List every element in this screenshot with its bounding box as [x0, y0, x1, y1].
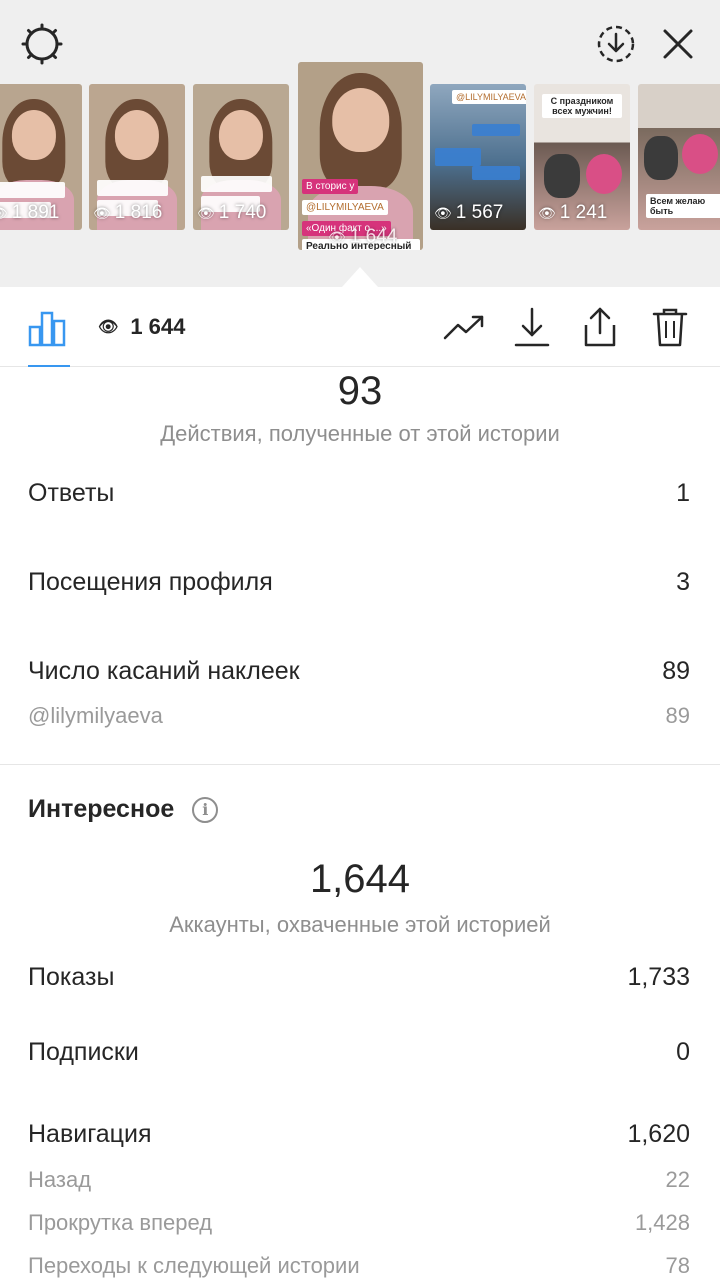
metric-subrow-back: Назад 22	[28, 1167, 690, 1193]
discovery-section-header: Интересное i	[28, 795, 219, 824]
thumbnail-views: 👁 1 740	[197, 202, 266, 224]
metric-value: 78	[665, 1253, 690, 1278]
sticker-text: Всем желаю быть	[646, 194, 720, 218]
story-thumbnail[interactable]: 👁 1 740	[193, 84, 289, 230]
metric-label: Подписки	[28, 1038, 139, 1066]
eye-icon: 👁	[0, 205, 8, 222]
views-count-label: 1 644	[130, 314, 186, 339]
mention-sticker: @LILYMILYAEVA	[452, 90, 526, 104]
metric-label: Назад	[28, 1167, 92, 1192]
metric-subrow-mention-sticker: @lilymilyaeva 89	[28, 703, 690, 729]
thumbnail-views: 👁 1 816	[93, 202, 162, 224]
settings-icon[interactable]	[18, 20, 66, 68]
metric-value: 22	[665, 1167, 690, 1192]
eye-icon: 👁	[538, 204, 556, 221]
metric-label: Число касаний наклеек	[28, 657, 300, 685]
metric-subrow-forward: Прокрутка вперед 1,428	[28, 1210, 690, 1236]
metric-label: Прокрутка вперед	[28, 1210, 213, 1235]
thumbnail-views-count: 1 816	[114, 202, 163, 223]
sticker-text: В сторис у	[302, 179, 359, 194]
metric-row-replies: Ответы 1	[28, 479, 690, 508]
metric-value: 89	[662, 657, 690, 685]
sticker-text: С праздником всех мужчин!	[542, 94, 622, 118]
section-title: Интересное	[28, 795, 175, 823]
eye-icon: 👁	[98, 319, 119, 336]
thumbnail-views-count: 1 740	[218, 202, 267, 223]
metric-value: 89	[665, 703, 690, 728]
selected-story-thumbnail[interactable]: В сторис у @LILYMILYAEVA «Один факт о ..…	[298, 62, 423, 250]
thumbnail-views: 👁1 891	[0, 202, 59, 224]
thumbnail-views: 👁 1 567	[434, 202, 503, 224]
metric-value: 1,733	[627, 963, 690, 991]
metric-label: Показы	[28, 963, 115, 991]
metric-label: Переходы к следующей истории	[28, 1253, 360, 1278]
interactions-caption: Действия, полученные от этой истории	[160, 421, 560, 446]
metric-row-sticker-taps: Число касаний наклеек 89	[28, 657, 690, 686]
save-download-icon[interactable]	[508, 303, 556, 351]
selected-pointer	[342, 267, 378, 287]
story-carousel-area: 👁1 891 👁1 816 👁1 740 В сторис у @LILYMIL…	[0, 0, 720, 287]
share-icon[interactable]	[576, 303, 624, 351]
thumbnail-views-count: 1 567	[455, 202, 504, 223]
metric-label: Посещения профиля	[28, 568, 273, 596]
delete-trash-icon[interactable]	[646, 303, 694, 351]
section-divider	[0, 764, 720, 765]
insights-content: 93 Действия, полученные от этой истории …	[0, 367, 720, 1280]
eye-icon: 👁	[434, 204, 452, 221]
reach-caption: Аккаунты, охваченные этой историей	[169, 912, 551, 937]
insights-bar-chart-icon[interactable]	[24, 303, 72, 351]
metric-row-impressions: Показы 1,733	[28, 963, 690, 992]
thumbnail-views-count: 1 644	[349, 226, 398, 247]
close-icon[interactable]	[654, 20, 702, 68]
story-thumbnail[interactable]: С праздником всех мужчин! 👁 1 241	[534, 84, 630, 230]
thumbnail-views-count: 1 241	[559, 202, 608, 223]
eye-icon: 👁	[328, 228, 346, 245]
story-thumbnail[interactable]: 👁 1 816	[89, 84, 185, 230]
download-circle-icon[interactable]	[592, 20, 640, 68]
eye-icon: 👁	[93, 204, 111, 221]
metric-label: Ответы	[28, 479, 115, 507]
metric-value: 1,620	[627, 1120, 690, 1148]
metric-row-navigation: Навигация 1,620	[28, 1120, 690, 1149]
metric-label: Навигация	[28, 1120, 152, 1148]
metric-value: 1	[676, 479, 690, 507]
story-thumbnail[interactable]: 👁1 891	[0, 84, 82, 230]
thumbnail-views: 👁 1 644	[328, 226, 397, 248]
eye-icon: 👁	[197, 204, 215, 221]
thumbnail-views: 👁 1 241	[538, 202, 607, 224]
metric-value: 0	[676, 1038, 690, 1066]
interactions-total: 93	[337, 369, 383, 413]
metric-value: 1,428	[634, 1210, 690, 1235]
thumbnail-views-count: 1 891	[11, 202, 60, 223]
mention-sticker: @LILYMILYAEVA	[302, 200, 388, 215]
story-thumbnail[interactable]: @LILYMILYAEVA 👁 1 567	[430, 84, 526, 230]
story-thumbnails: 👁1 891 👁1 816 👁1 740 В сторис у @LILYMIL…	[0, 62, 720, 254]
info-icon[interactable]: i	[192, 796, 219, 823]
promote-trend-icon[interactable]	[440, 303, 488, 351]
reach-total: 1,644	[309, 857, 411, 901]
story-thumbnail[interactable]: Всем желаю быть	[638, 84, 720, 230]
metric-subrow-next-story: Переходы к следующей истории 78	[28, 1253, 690, 1279]
metric-value: 3	[676, 568, 690, 596]
metric-row-follows: Подписки 0	[28, 1038, 690, 1067]
story-toolbar: 👁 1 644	[0, 287, 720, 367]
metric-label: @lilymilyaeva	[28, 703, 163, 728]
views-tab[interactable]: 👁 1 644	[98, 314, 185, 340]
metric-row-profile-visits: Посещения профиля 3	[28, 568, 690, 597]
